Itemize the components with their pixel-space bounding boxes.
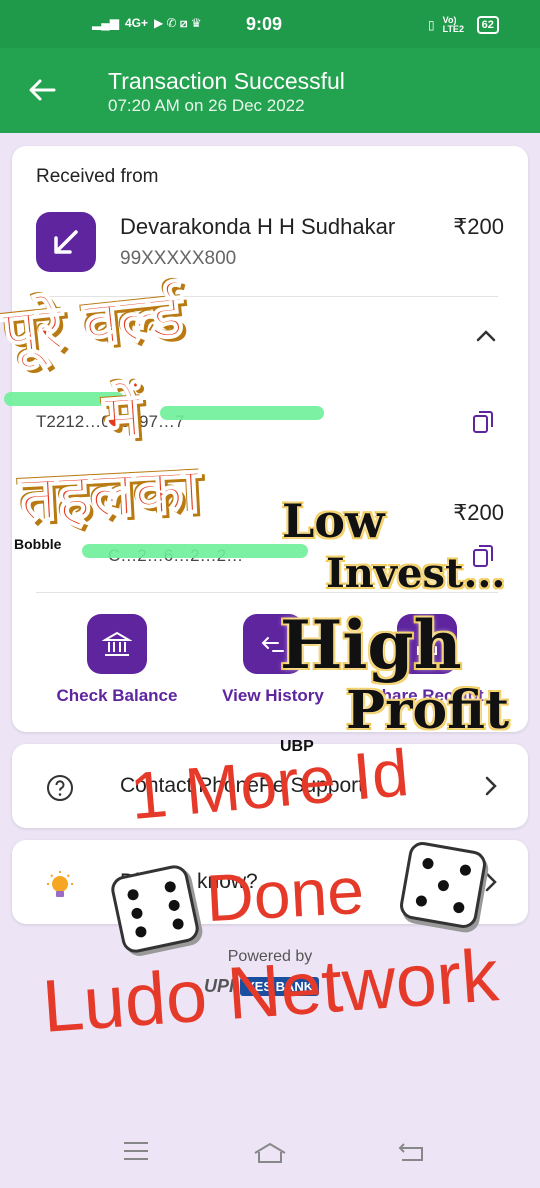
status-time: 9:09: [246, 14, 283, 34]
yes-bank-logo: YES BANK: [240, 977, 320, 996]
help-icon: [47, 775, 73, 801]
notification-icons: ▶ ✆ ⧄ ♛: [153, 16, 202, 30]
vibrate-icon: ▯: [428, 18, 435, 32]
home-icon[interactable]: [252, 1140, 288, 1166]
powered-by-label: Powered by: [227, 948, 313, 965]
page-title: Transaction Successful: [108, 68, 345, 94]
dice-icon: [108, 862, 202, 956]
contact-support-row[interactable]: Contact PhonePe Support: [12, 744, 528, 828]
status-bar: ▂▄▆ 4G+ ▶ ✆ ⧄ ♛ 9:09 ▯ Vo) LTE2 62: [0, 0, 540, 48]
signal-icon: ▂▄▆: [92, 16, 119, 30]
view-history-label: View History: [222, 686, 324, 705]
share-receipt-button[interactable]: Share Receipt: [352, 614, 502, 706]
battery-icon: 62: [476, 16, 499, 34]
status-icons-right: ▯ Vo) LTE2 62: [428, 16, 499, 34]
received-arrow-icon: [36, 212, 96, 272]
bank-icon: [87, 614, 147, 674]
lightbulb-icon: [47, 871, 73, 897]
payer-phone: 99XXXXX800: [120, 248, 237, 269]
check-balance-button[interactable]: Check Balance: [42, 614, 192, 706]
volte-label: Vo) LTE2: [442, 15, 464, 34]
transaction-amount: ₹200: [453, 214, 504, 239]
network-type: 4G+: [124, 16, 148, 30]
chevron-right-icon: [485, 776, 497, 796]
dice-icon: [397, 839, 489, 931]
payer-name: Devarakonda H H Sudhakar: [120, 214, 396, 239]
check-balance-label: Check Balance: [56, 686, 178, 705]
system-nav-bar: [0, 1110, 540, 1188]
copy-icon[interactable]: [472, 410, 494, 434]
share-icon: [397, 614, 457, 674]
partner-logos: UPI YES BANK: [204, 976, 320, 997]
upi-logo: UPI: [204, 976, 235, 996]
menu-icon[interactable]: [122, 1140, 150, 1162]
green-scribble: [82, 544, 308, 558]
divider: [36, 592, 498, 593]
back-arrow-icon[interactable]: [26, 74, 58, 106]
app-header: Transaction Successful 07:20 AM on 26 De…: [0, 48, 540, 133]
chevron-right-icon: [485, 872, 497, 892]
view-history-button[interactable]: View History: [198, 614, 348, 706]
transaction-card: Received from Devarakonda H H Sudhakar 9…: [12, 146, 528, 732]
share-receipt-label: Share Receipt: [370, 686, 484, 705]
transaction-timestamp: 07:20 AM on 26 Dec 2022: [108, 96, 305, 115]
back-nav-icon[interactable]: [396, 1140, 426, 1164]
received-from-label: Received from: [36, 166, 159, 187]
green-scribble: [4, 392, 124, 406]
history-icon: [243, 614, 303, 674]
copy-icon[interactable]: [472, 544, 494, 568]
contact-support-label: Contact PhonePe Support: [120, 774, 365, 797]
green-scribble: [160, 406, 324, 420]
divider: [36, 296, 498, 297]
detail-amount: ₹200: [453, 500, 504, 525]
status-icons-left: ▂▄▆ 4G+ ▶ ✆ ⧄ ♛: [92, 16, 202, 31]
chevron-up-icon[interactable]: [474, 324, 498, 348]
